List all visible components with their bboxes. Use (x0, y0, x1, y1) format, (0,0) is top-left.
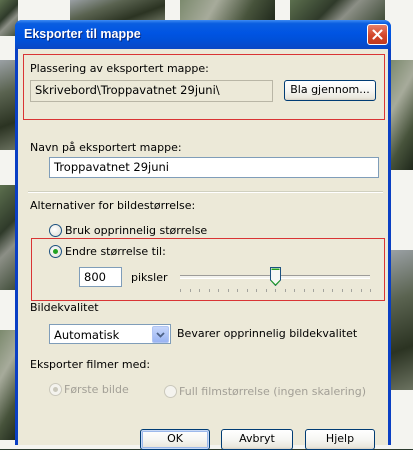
title-bar[interactable]: Eksporter til mappe (15, 20, 391, 49)
ok-button[interactable]: OK (140, 429, 210, 450)
first-frame-label[interactable]: Første bilde (64, 383, 129, 396)
slider-thumb-icon (269, 267, 281, 287)
slider-tick (342, 289, 343, 292)
video-export-label: Eksporter filmer med: (30, 358, 151, 371)
slider-tick (228, 289, 229, 292)
slider-tick (294, 289, 295, 292)
first-frame-radio[interactable] (49, 383, 62, 396)
quality-description: Bevarer opprinnelig bildekvalitet (177, 327, 358, 340)
quality-label: Bildekvalitet (30, 301, 99, 314)
slider-tick (323, 289, 324, 292)
slider-tick (370, 289, 371, 292)
background-thumbnail[interactable] (391, 60, 413, 170)
background-thumbnail[interactable] (70, 0, 165, 22)
radio-selected-dot (53, 249, 58, 254)
pixels-input[interactable]: 800 (79, 267, 122, 287)
image-size-label: Alternativer for bildestørrelse: (30, 199, 196, 212)
chevron-down-icon (156, 332, 165, 338)
slider-tick (285, 289, 286, 292)
slider-tick (180, 289, 181, 292)
dialog-body: Plassering av eksportert mappe: Skrivebo… (18, 49, 388, 450)
resize-radio[interactable] (49, 245, 62, 258)
slider-tick (256, 289, 257, 292)
folder-name-label: Navn på eksportert mappe: (30, 141, 182, 154)
quality-selected-value: Automatisk (54, 328, 120, 342)
quality-select[interactable]: Automatisk (49, 324, 171, 344)
slider-thumb[interactable] (269, 267, 281, 289)
original-size-label[interactable]: Bruk opprinnelig størrelse (65, 224, 207, 237)
close-button[interactable] (367, 24, 388, 45)
slider-tick (247, 289, 248, 292)
slider-tick (275, 289, 276, 292)
location-label: Plassering av eksportert mappe: (30, 62, 209, 75)
help-button[interactable]: Hjelp (305, 429, 375, 450)
resize-label[interactable]: Endre størrelse til: (65, 245, 166, 258)
size-slider[interactable] (176, 263, 374, 295)
full-size-radio[interactable] (164, 385, 177, 398)
background-thumbnail[interactable] (391, 250, 413, 390)
export-dialog: Eksporter til mappe Plassering av ekspor… (15, 20, 391, 450)
slider-tick (199, 289, 200, 292)
original-size-radio[interactable] (49, 224, 62, 237)
dropdown-arrow[interactable] (152, 326, 169, 343)
cancel-button[interactable]: Avbryt (221, 429, 293, 450)
slider-tick (266, 289, 267, 292)
slider-tick (351, 289, 352, 292)
slider-tick (237, 289, 238, 292)
location-path-field: Skrivebord\Troppavatnet 29juni\ (30, 80, 273, 102)
pixels-unit-label: piksler (131, 271, 168, 284)
slider-tick (332, 289, 333, 292)
folder-name-input[interactable]: Troppavatnet 29juni (49, 157, 379, 178)
slider-tick (313, 289, 314, 292)
dialog-title: Eksporter til mappe (24, 27, 141, 41)
slider-tick (361, 289, 362, 292)
background-thumbnail[interactable] (180, 0, 275, 22)
browse-button[interactable]: Bla gjennom... (284, 80, 376, 101)
slider-tick (218, 289, 219, 292)
radio-selected-dot (53, 387, 58, 392)
slider-tick (304, 289, 305, 292)
close-icon (372, 29, 383, 40)
slider-tick (190, 289, 191, 292)
full-size-label[interactable]: Full filmstørrelse (ingen skalering) (179, 385, 366, 398)
background-thumbnail[interactable] (290, 0, 385, 22)
slider-tick (209, 289, 210, 292)
separator (28, 191, 383, 193)
